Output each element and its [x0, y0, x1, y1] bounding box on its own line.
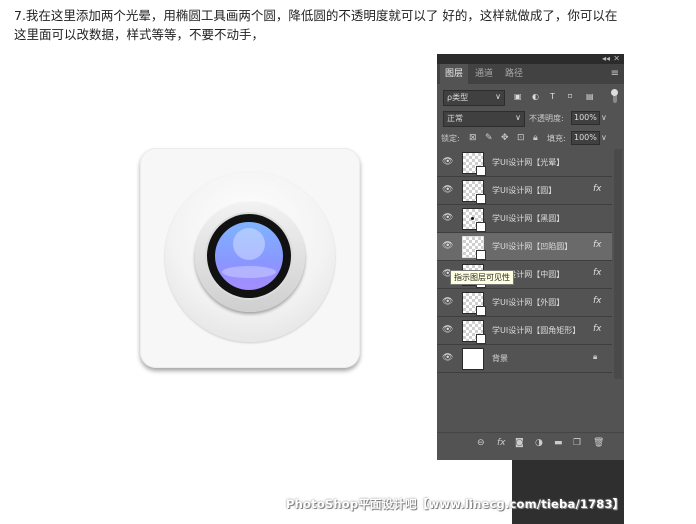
panel-background-strip — [512, 460, 624, 524]
smart-object-badge-icon — [476, 250, 486, 260]
layer-row[interactable]: 👁︎ 学UI设计网【圆角矩形】 fx — [437, 317, 612, 345]
panel-tabs: 图层 通道 路径 ≡ — [437, 64, 624, 84]
tab-paths[interactable]: 路径 — [500, 64, 528, 84]
new-layer-icon[interactable]: ❐ — [573, 438, 581, 448]
fx-icon[interactable]: fx — [593, 324, 602, 334]
layer-thumbnail — [462, 348, 484, 370]
blend-mode-label: 正常 — [447, 114, 463, 123]
lock-artboard-icon[interactable]: ⊡ — [517, 133, 525, 143]
chevron-down-icon: ∨ — [515, 113, 521, 122]
layer-row[interactable]: 👁︎ 学UI设计网【黑圆】 — [437, 205, 612, 233]
blend-mode-select[interactable]: 正常 ∨ — [443, 111, 525, 127]
filter-toggle[interactable] — [611, 89, 618, 103]
watermark: PhotoShop平面设计吧【www.linecg.com/tieba/1783… — [286, 497, 625, 511]
delete-icon[interactable]: 🗑︎ — [593, 438, 604, 448]
smart-object-badge-icon — [476, 306, 486, 316]
layers-list: 👁︎ 学UI设计网【光晕】 👁︎ 学UI设计网【圆】 fx 👁︎ 学UI设计网【… — [437, 149, 624, 379]
layer-name[interactable]: 背景 — [492, 353, 508, 364]
smart-object-filter-icon[interactable]: ▤ — [586, 93, 594, 101]
fx-icon[interactable]: fx — [497, 438, 506, 448]
layer-name[interactable]: 学UI设计网【光晕】 — [492, 157, 564, 168]
fx-icon[interactable]: fx — [593, 268, 602, 278]
visibility-tooltip: 指示图层可见性 — [450, 270, 514, 285]
layer-thumbnail — [462, 180, 486, 204]
lock-transparent-icon[interactable]: ⊠ — [469, 133, 477, 143]
lock-all-icon[interactable]: 🔒︎ — [533, 133, 538, 143]
fx-icon[interactable]: fx — [593, 240, 602, 250]
adjustment-filter-icon[interactable]: ◐ — [532, 93, 540, 101]
panel-titlebar: ◂◂ ✕ — [437, 54, 624, 64]
group-icon[interactable]: ▬ — [554, 438, 563, 448]
smart-object-badge-icon — [476, 222, 486, 232]
layer-thumbnail — [462, 236, 486, 260]
layer-thumbnail — [462, 320, 486, 344]
lock-row: 锁定: ⊠ ✎ ✥ ⊡ 🔒︎ 填充: 100% ∨ — [437, 130, 624, 148]
type-filter-icon[interactable]: T — [550, 93, 558, 101]
lock-label: 锁定: — [441, 134, 460, 143]
eye-icon[interactable]: 👁︎ — [442, 156, 454, 168]
layer-row[interactable]: 👁︎ 学UI设计网【外圆】 fx — [437, 289, 612, 317]
chevron-down-icon: ∨ — [495, 92, 501, 101]
chevron-down-icon[interactable]: ∨ — [601, 113, 607, 122]
eye-icon[interactable]: 👁︎ — [442, 324, 454, 336]
layer-name[interactable]: 学UI设计网【黑圆】 — [492, 213, 564, 224]
layer-thumbnail — [462, 152, 486, 176]
layer-row[interactable]: 👁︎ 学UI设计网【圆】 fx — [437, 177, 612, 205]
layer-name[interactable]: 学UI设计网【外圆】 — [492, 297, 564, 308]
link-icon[interactable]: ⊖ — [477, 438, 485, 448]
layer-row[interactable]: 👁︎ 学UI设计网【光晕】 — [437, 149, 612, 177]
collapse-icon[interactable]: ◂◂ — [602, 54, 610, 63]
lock-icon: 🔒︎ — [593, 352, 598, 361]
tab-layers[interactable]: 图层 — [440, 64, 469, 84]
shape-filter-icon[interactable]: ⌑ — [568, 93, 576, 101]
panel-bottom-toolbar: ⊖ fx ◙ ◑ ▬ ❐ 🗑︎ — [437, 432, 624, 455]
eye-icon[interactable]: 👁︎ — [442, 352, 454, 364]
blend-row: 正常 ∨ 不透明度: 100% ∨ — [437, 110, 624, 128]
close-icon[interactable]: ✕ — [613, 54, 620, 63]
fx-icon[interactable]: fx — [593, 296, 602, 306]
filter-label: ρ类型 — [447, 93, 469, 102]
scrollbar[interactable] — [614, 149, 622, 379]
lens-glow-bottom — [222, 266, 276, 278]
fill-label: 填充: — [547, 134, 566, 143]
mask-icon[interactable]: ◙ — [515, 438, 524, 448]
fx-icon[interactable]: fx — [593, 184, 602, 194]
layer-thumbnail — [462, 208, 486, 232]
layers-panel: ◂◂ ✕ 图层 通道 路径 ≡ ρ类型 ∨ ▣ ◐ T ⌑ ▤ 正常 ∨ 不透明… — [437, 54, 624, 460]
layer-row[interactable]: 👁︎ 背景 🔒︎ — [437, 345, 612, 373]
layer-name[interactable]: 学UI设计网【凹陷圆】 — [492, 241, 572, 252]
lens-glow — [233, 228, 265, 260]
eye-icon[interactable]: 👁︎ — [442, 296, 454, 308]
instruction-line-1: 7.我在这里添加两个光晕，用椭圆工具画两个圆，降低圆的不透明度就可以了 好的，这… — [14, 8, 618, 23]
opacity-input[interactable]: 100% — [571, 111, 600, 125]
chevron-down-icon[interactable]: ∨ — [601, 133, 607, 142]
fill-input[interactable]: 100% — [571, 131, 600, 145]
lock-brush-icon[interactable]: ✎ — [485, 133, 493, 143]
layer-row-selected[interactable]: 👁︎ 学UI设计网【凹陷圆】 fx — [437, 233, 612, 261]
panel-menu-icon[interactable]: ≡ — [611, 68, 619, 79]
tab-channels[interactable]: 通道 — [470, 64, 498, 84]
thumbnail-dot — [471, 217, 474, 220]
eye-icon[interactable]: 👁︎ — [442, 184, 454, 196]
instruction-line-2: 这里面可以改数据，样式等等，不要不动手， — [14, 27, 265, 42]
smart-object-badge-icon — [476, 334, 486, 344]
lock-move-icon[interactable]: ✥ — [501, 133, 509, 143]
filter-kind-select[interactable]: ρ类型 ∨ — [443, 90, 505, 106]
pixel-filter-icon[interactable]: ▣ — [514, 93, 522, 101]
smart-object-badge-icon — [476, 194, 486, 204]
layer-name[interactable]: 学UI设计网【圆角矩形】 — [492, 325, 580, 336]
adjustment-icon[interactable]: ◑ — [535, 438, 543, 448]
filter-row: ρ类型 ∨ ▣ ◐ T ⌑ ▤ — [437, 88, 624, 108]
eye-icon[interactable]: 👁︎ — [442, 212, 454, 224]
layer-name[interactable]: 学UI设计网【圆】 — [492, 185, 556, 196]
opacity-label: 不透明度: — [529, 114, 564, 123]
smart-object-badge-icon — [476, 166, 486, 176]
eye-icon[interactable]: 👁︎ — [442, 240, 454, 252]
layer-thumbnail — [462, 292, 486, 316]
instruction-text: 7.我在这里添加两个光晕，用椭圆工具画两个圆，降低圆的不透明度就可以了 好的，这… — [14, 6, 674, 44]
